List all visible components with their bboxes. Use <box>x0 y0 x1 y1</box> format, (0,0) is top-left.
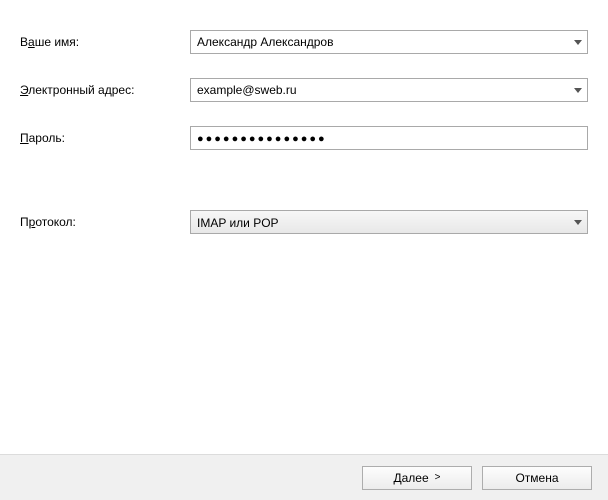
next-button-label: Далее <box>394 471 429 485</box>
row-name: Ваше имя: <box>20 30 588 54</box>
email-field-wrap <box>190 78 588 102</box>
dialog-footer: Далее > Отмена <box>0 454 608 500</box>
protocol-field-wrap: IMAP или POP <box>190 210 588 234</box>
name-field-wrap <box>190 30 588 54</box>
label-name: Ваше имя: <box>20 35 190 49</box>
label-email: Электронный адрес: <box>20 83 190 97</box>
label-password: Пароль: <box>20 131 190 145</box>
cancel-button-label: Отмена <box>515 471 558 485</box>
chevron-right-icon: > <box>435 472 441 483</box>
row-password: Пароль: ●●●●●●●●●●●●●●● <box>20 126 588 150</box>
password-input[interactable]: ●●●●●●●●●●●●●●● <box>190 126 588 150</box>
protocol-value: IMAP или POP <box>197 216 279 230</box>
next-button[interactable]: Далее > <box>362 466 472 490</box>
name-combobox[interactable] <box>190 30 588 54</box>
cancel-button[interactable]: Отмена <box>482 466 592 490</box>
label-protocol: Протокол: <box>20 215 190 229</box>
password-field-wrap: ●●●●●●●●●●●●●●● <box>190 126 588 150</box>
email-combobox[interactable] <box>190 78 588 102</box>
account-setup-form: Ваше имя: Электронный адрес: Пароль: ●●●… <box>0 0 608 278</box>
password-mask: ●●●●●●●●●●●●●●● <box>197 133 327 145</box>
row-email: Электронный адрес: <box>20 78 588 102</box>
protocol-select[interactable]: IMAP или POP <box>190 210 588 234</box>
row-protocol: Протокол: IMAP или POP <box>20 210 588 234</box>
